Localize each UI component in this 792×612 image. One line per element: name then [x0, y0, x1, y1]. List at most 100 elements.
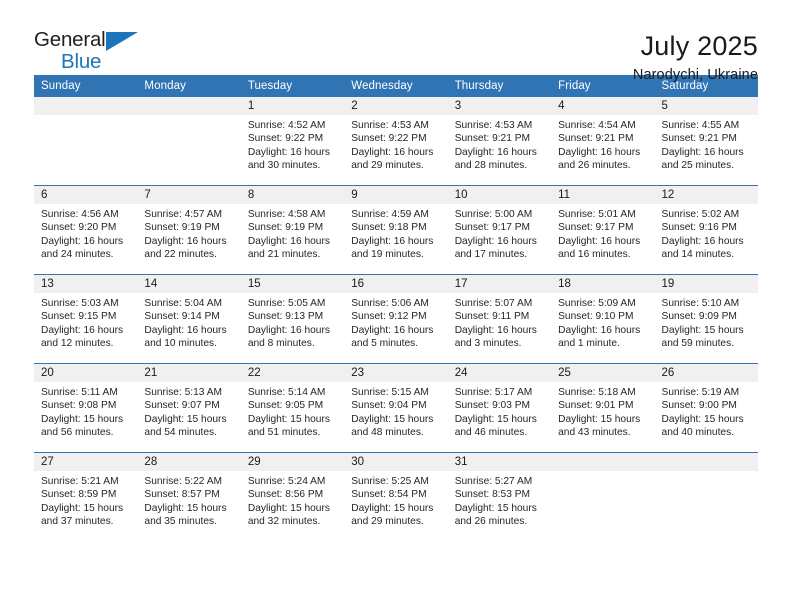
day-sun-info	[655, 471, 758, 475]
calendar-day-cell[interactable]: 29 Sunrise: 5:24 AM Sunset: 8:56 PM Dayligh…	[240, 452, 345, 541]
day-info-line: Sunrise: 5:22 AM	[144, 476, 223, 487]
day-number: 23	[344, 364, 448, 382]
day-number: 7	[137, 186, 241, 204]
calendar-day-cell[interactable]: 20 Sunrise: 5:11 AM Sunset: 9:08 PM Dayligh…	[34, 363, 138, 453]
day-cell-content	[654, 453, 758, 541]
day-info-line: Sunrise: 5:02 AM	[661, 209, 740, 220]
day-info-line: Sunrise: 5:17 AM	[454, 387, 533, 398]
day-number: 31	[447, 453, 552, 471]
calendar-day-cell[interactable]: 30 Sunrise: 5:25 AM Sunset: 8:54 PM Dayligh…	[344, 452, 448, 541]
day-sun-info	[34, 115, 137, 119]
day-cell-content: 27 Sunrise: 5:21 AM Sunset: 8:59 PM Dayligh…	[34, 453, 138, 541]
day-cell-content: 14 Sunrise: 5:04 AM Sunset: 9:14 PM Dayligh…	[137, 275, 241, 363]
day-info-line: Sunset: 9:10 PM	[558, 311, 634, 323]
day-info-line: Sunset: 9:09 PM	[661, 311, 737, 323]
day-sun-info: Sunrise: 4:59 AM Sunset: 9:18 PM Daylight:…	[344, 204, 447, 262]
calendar-day-cell[interactable]: 9 Sunrise: 4:59 AM Sunset: 9:18 PM Daylight…	[344, 185, 448, 275]
calendar-day-cell[interactable]: 8 Sunrise: 4:58 AM Sunset: 9:19 PM Daylight…	[240, 185, 345, 275]
day-cell-content: 30 Sunrise: 5:25 AM Sunset: 8:54 PM Dayligh…	[344, 453, 448, 541]
calendar-day-cell[interactable]: 17 Sunrise: 5:07 AM Sunset: 9:11 PM Dayligh…	[447, 274, 552, 364]
calendar-day-cell[interactable]: 6 Sunrise: 4:56 AM Sunset: 9:20 PM Daylight…	[34, 185, 138, 275]
day-info-line: Sunset: 9:22 PM	[351, 133, 427, 145]
day-info-line: Sunrise: 5:10 AM	[661, 298, 740, 309]
calendar-day-cell[interactable]: 1 Sunrise: 4:52 AM Sunset: 9:22 PM Daylight…	[240, 97, 345, 186]
day-sun-info: Sunrise: 5:14 AM Sunset: 9:05 PM Daylight:…	[241, 382, 344, 440]
day-cell-content: 16 Sunrise: 5:06 AM Sunset: 9:12 PM Dayligh…	[344, 275, 448, 363]
calendar-day-cell[interactable]: 13 Sunrise: 5:03 AM Sunset: 9:15 PM Dayligh…	[34, 274, 138, 364]
calendar-day-cell[interactable]: 19 Sunrise: 5:10 AM Sunset: 9:09 PM Dayligh…	[654, 274, 758, 364]
day-number: 15	[240, 275, 345, 293]
day-sun-info: Sunrise: 4:57 AM Sunset: 9:19 PM Daylight:…	[137, 204, 240, 262]
calendar-day-cell[interactable]: 2 Sunrise: 4:53 AM Sunset: 9:22 PM Daylight…	[344, 97, 448, 186]
day-info-line: and 32 minutes.	[247, 516, 321, 528]
calendar-day-cell[interactable]: 23 Sunrise: 5:15 AM Sunset: 9:04 PM Dayligh…	[344, 363, 448, 453]
calendar-day-cell[interactable]: 31 Sunrise: 5:27 AM Sunset: 8:53 PM Dayligh…	[447, 452, 552, 541]
day-sun-info: Sunrise: 5:03 AM Sunset: 9:15 PM Daylight:…	[34, 293, 137, 351]
day-number: 9	[344, 186, 448, 204]
day-info-line: Daylight: 15 hours	[144, 502, 227, 514]
calendar-day-cell[interactable]: 21 Sunrise: 5:13 AM Sunset: 9:07 PM Dayligh…	[137, 363, 241, 453]
calendar-day-cell[interactable]: 10 Sunrise: 5:00 AM Sunset: 9:17 PM Dayligh…	[447, 185, 552, 275]
day-info-line: Sunrise: 5:09 AM	[558, 298, 636, 309]
day-cell-content: 1 Sunrise: 4:52 AM Sunset: 9:22 PM Daylight…	[240, 97, 345, 185]
logo-text-general: General	[34, 28, 106, 51]
day-info-line: Daylight: 16 hours	[41, 235, 124, 247]
day-info-line: Sunset: 9:03 PM	[454, 400, 531, 412]
calendar-day-cell	[137, 97, 241, 186]
calendar-day-cell[interactable]: 11 Sunrise: 5:01 AM Sunset: 9:17 PM Dayligh…	[551, 185, 655, 275]
calendar-day-cell[interactable]: 16 Sunrise: 5:06 AM Sunset: 9:12 PM Dayligh…	[344, 274, 448, 364]
calendar-day-cell[interactable]: 4 Sunrise: 4:54 AM Sunset: 9:21 PM Daylight…	[551, 97, 655, 186]
day-info-line: Sunrise: 4:53 AM	[351, 120, 429, 131]
calendar-week-row: 1 Sunrise: 4:52 AM Sunset: 9:22 PM Daylight…	[34, 97, 758, 186]
day-info-line: Sunrise: 4:55 AM	[661, 120, 740, 131]
calendar-day-cell[interactable]: 5 Sunrise: 4:55 AM Sunset: 9:21 PM Daylight…	[654, 97, 758, 186]
calendar-day-cell[interactable]: 27 Sunrise: 5:21 AM Sunset: 8:59 PM Dayligh…	[34, 452, 138, 541]
day-info-line: and 29 minutes.	[351, 160, 424, 172]
day-sun-info: Sunrise: 5:24 AM Sunset: 8:56 PM Daylight:…	[241, 471, 344, 529]
day-info-line: Daylight: 16 hours	[41, 324, 124, 336]
day-sun-info: Sunrise: 5:22 AM Sunset: 8:57 PM Daylight:…	[137, 471, 240, 529]
day-number: 30	[344, 453, 448, 471]
calendar-day-cell[interactable]: 28 Sunrise: 5:22 AM Sunset: 8:57 PM Dayligh…	[137, 452, 241, 541]
day-number: 11	[551, 186, 655, 204]
calendar-day-cell[interactable]: 7 Sunrise: 4:57 AM Sunset: 9:19 PM Daylight…	[137, 185, 241, 275]
day-info-line: Sunrise: 4:57 AM	[144, 209, 223, 220]
day-number	[137, 97, 241, 115]
day-info-line: Daylight: 16 hours	[454, 235, 537, 247]
day-info-line: and 3 minutes.	[454, 338, 522, 350]
calendar-day-cell[interactable]: 26 Sunrise: 5:19 AM Sunset: 9:00 PM Dayligh…	[654, 363, 758, 453]
day-sun-info: Sunrise: 4:55 AM Sunset: 9:21 PM Daylight:…	[655, 115, 758, 173]
calendar-day-cell[interactable]: 12 Sunrise: 5:02 AM Sunset: 9:16 PM Dayligh…	[654, 185, 758, 275]
day-info-line: and 21 minutes.	[247, 249, 321, 261]
day-info-line: Sunset: 9:12 PM	[351, 311, 427, 323]
calendar-day-cell[interactable]: 18 Sunrise: 5:09 AM Sunset: 9:10 PM Dayligh…	[551, 274, 655, 364]
day-info-line: Sunset: 9:15 PM	[41, 311, 117, 323]
day-info-line: Daylight: 15 hours	[41, 413, 124, 425]
day-info-line: Sunrise: 5:27 AM	[454, 476, 533, 487]
general-blue-logo: General Blue	[34, 28, 150, 78]
day-info-line: Sunset: 9:19 PM	[144, 222, 220, 234]
calendar-day-cell	[654, 452, 758, 541]
calendar-day-cell[interactable]: 25 Sunrise: 5:18 AM Sunset: 9:01 PM Dayligh…	[551, 363, 655, 453]
calendar-day-cell[interactable]: 14 Sunrise: 5:04 AM Sunset: 9:14 PM Dayligh…	[137, 274, 241, 364]
day-number	[654, 453, 758, 471]
day-cell-content: 17 Sunrise: 5:07 AM Sunset: 9:11 PM Dayligh…	[447, 275, 552, 363]
day-info-line: Daylight: 16 hours	[247, 146, 330, 158]
calendar-day-cell[interactable]: 24 Sunrise: 5:17 AM Sunset: 9:03 PM Dayligh…	[447, 363, 552, 453]
day-info-line: Sunrise: 4:59 AM	[351, 209, 429, 220]
day-info-line: and 28 minutes.	[454, 160, 528, 172]
day-number: 25	[551, 364, 655, 382]
day-info-line: Daylight: 15 hours	[144, 413, 227, 425]
calendar-day-cell[interactable]: 22 Sunrise: 5:14 AM Sunset: 9:05 PM Dayligh…	[240, 363, 345, 453]
weekday-header-tuesday: Tuesday	[240, 75, 345, 97]
day-info-line: Sunset: 9:05 PM	[247, 400, 324, 412]
day-info-line: and 43 minutes.	[558, 427, 631, 439]
day-number: 17	[447, 275, 552, 293]
calendar-day-cell[interactable]: 3 Sunrise: 4:53 AM Sunset: 9:21 PM Daylight…	[447, 97, 552, 186]
day-cell-content: 28 Sunrise: 5:22 AM Sunset: 8:57 PM Dayligh…	[137, 453, 241, 541]
day-cell-content: 11 Sunrise: 5:01 AM Sunset: 9:17 PM Dayligh…	[551, 186, 655, 274]
day-info-line: and 46 minutes.	[454, 427, 528, 439]
day-cell-content: 8 Sunrise: 4:58 AM Sunset: 9:19 PM Daylight…	[240, 186, 345, 274]
calendar-day-cell[interactable]: 15 Sunrise: 5:05 AM Sunset: 9:13 PM Dayligh…	[240, 274, 345, 364]
day-number	[551, 453, 655, 471]
